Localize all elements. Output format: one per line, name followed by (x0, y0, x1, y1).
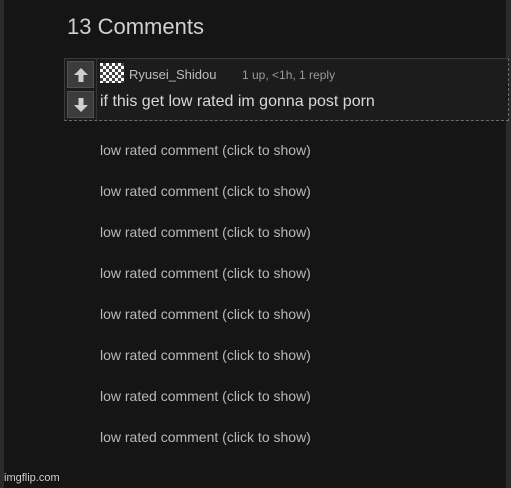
left-frame (0, 0, 4, 488)
downvote-button[interactable] (67, 91, 94, 118)
upvote-button[interactable] (67, 61, 94, 88)
comment-username[interactable]: Ryusei_Shidou (129, 67, 216, 82)
avatar[interactable] (100, 63, 124, 83)
comment-meta: 1 up, <1h, 1 reply (242, 68, 336, 82)
low-rated-comment[interactable]: low rated comment (click to show) (100, 264, 311, 305)
comment-body: Ryusei_Shidou 1 up, <1h, 1 reply if this… (96, 59, 508, 120)
low-rated-comment[interactable]: low rated comment (click to show) (100, 387, 311, 428)
low-rated-comment[interactable]: low rated comment (click to show) (100, 223, 311, 264)
imgflip-watermark: imgflip.com (4, 472, 60, 484)
low-rated-comment[interactable]: low rated comment (click to show) (100, 428, 311, 469)
vote-column (65, 59, 96, 120)
arrow-up-icon (74, 68, 88, 82)
arrow-down-icon (74, 98, 88, 112)
low-rated-comment[interactable]: low rated comment (click to show) (100, 182, 311, 223)
low-rated-comment[interactable]: low rated comment (click to show) (100, 141, 311, 182)
comment-text: if this get low rated im gonna post porn (100, 93, 375, 110)
comments-count-heading: 13 Comments (67, 14, 204, 39)
low-rated-comment[interactable]: low rated comment (click to show) (100, 305, 311, 346)
low-rated-list: low rated comment (click to show) low ra… (100, 141, 311, 469)
low-rated-comment[interactable]: low rated comment (click to show) (100, 346, 311, 387)
comment-card: Ryusei_Shidou 1 up, <1h, 1 reply if this… (64, 58, 509, 121)
